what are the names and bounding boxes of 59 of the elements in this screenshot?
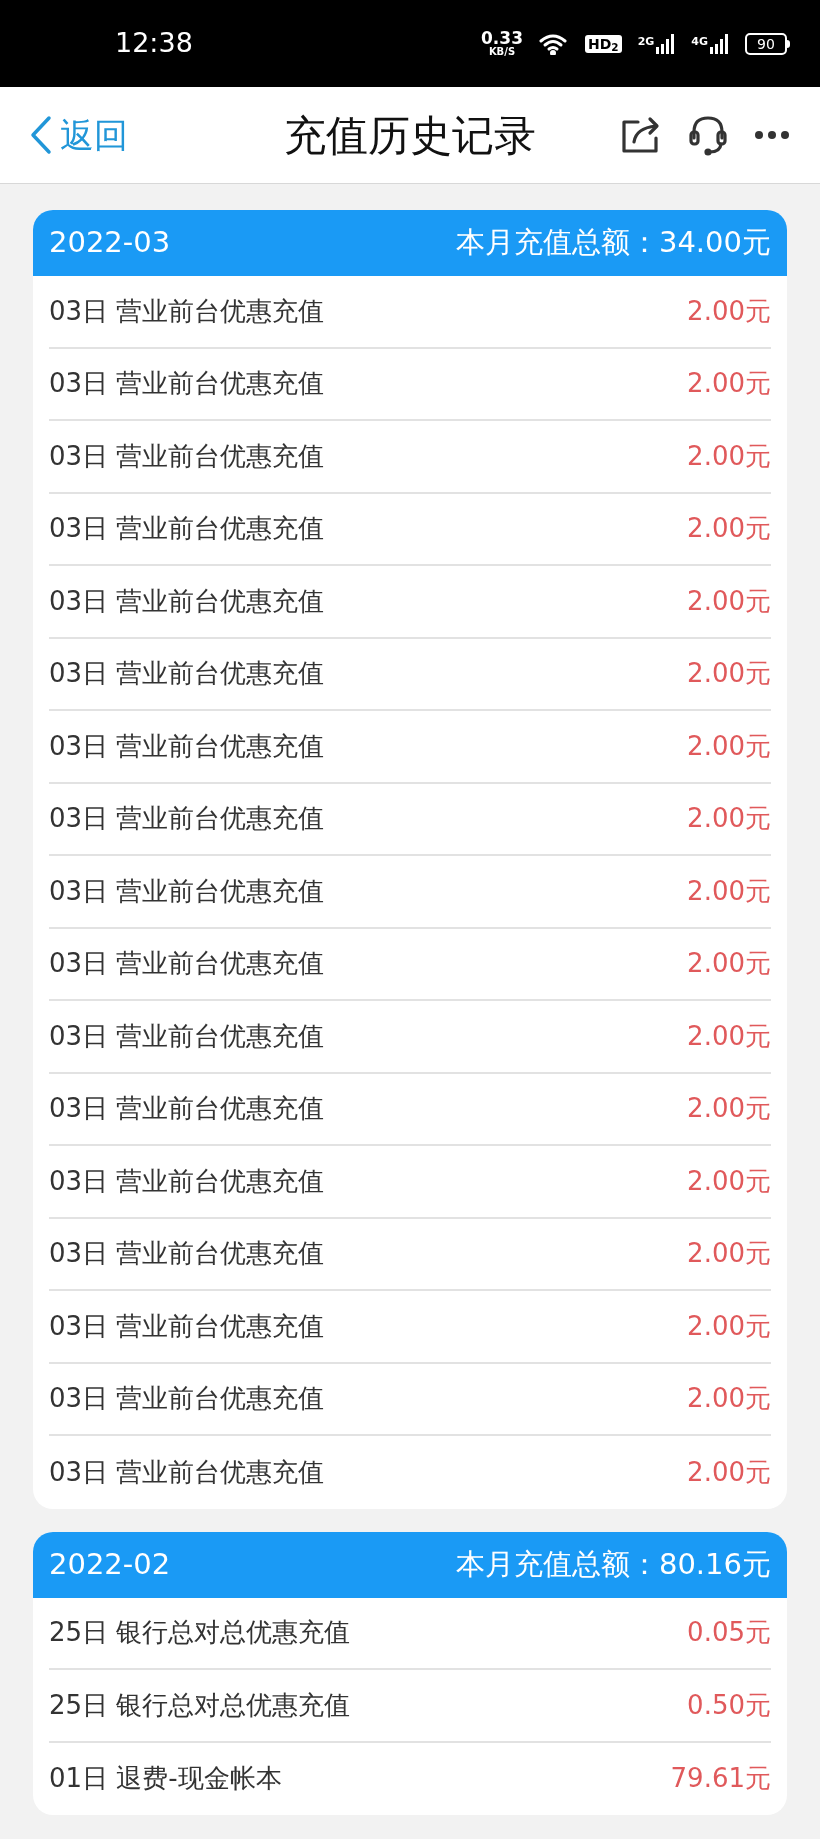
record-label: 03日 营业前台优惠充值 bbox=[49, 1019, 325, 1053]
record-amount: 2.00元 bbox=[687, 874, 771, 908]
record-label: 03日 营业前台优惠充值 bbox=[49, 947, 325, 981]
record-amount: 2.00元 bbox=[687, 1092, 771, 1126]
record-amount: 2.00元 bbox=[687, 729, 771, 763]
clock: 12:38 bbox=[115, 26, 193, 61]
record-amount: 2.00元 bbox=[687, 1309, 771, 1343]
record-label: 03日 营业前台优惠充值 bbox=[49, 439, 325, 473]
record-label: 25日 银行总对总优惠充值 bbox=[49, 1616, 351, 1650]
network-type: 2G bbox=[637, 33, 655, 50]
record-label: 03日 营业前台优惠充值 bbox=[49, 1237, 325, 1271]
record-label: 03日 营业前台优惠充值 bbox=[49, 1092, 325, 1126]
record-amount: 2.00元 bbox=[687, 1019, 771, 1053]
month-label: 2022-02 bbox=[49, 1545, 171, 1583]
record-amount: 2.00元 bbox=[687, 512, 771, 546]
signal-icon bbox=[709, 33, 729, 54]
record-amount: 2.00元 bbox=[687, 1455, 771, 1489]
wifi-icon bbox=[538, 32, 569, 55]
record-amount: 2.00元 bbox=[687, 1164, 771, 1198]
record-amount: 79.61元 bbox=[670, 1762, 771, 1796]
record-label: 03日 营业前台优惠充值 bbox=[49, 1309, 325, 1343]
record-amount: 2.00元 bbox=[687, 439, 771, 473]
record-amount: 2.00元 bbox=[687, 947, 771, 981]
record-label: 03日 营业前台优惠充值 bbox=[49, 1382, 325, 1416]
record-amount: 0.50元 bbox=[687, 1688, 771, 1722]
back-button[interactable]: 返回 bbox=[30, 109, 128, 161]
month-total: 本月充值总额：34.00元 bbox=[455, 224, 771, 262]
record-amount: 2.00元 bbox=[687, 367, 771, 401]
record-amount: 2.00元 bbox=[687, 802, 771, 836]
record-label: 03日 营业前台优惠充值 bbox=[49, 657, 325, 691]
net-speed: 0.33 bbox=[481, 30, 523, 47]
battery-icon: 90 bbox=[745, 32, 790, 55]
month-label: 2022-03 bbox=[49, 224, 171, 262]
record-amount: 2.00元 bbox=[687, 657, 771, 691]
record-label: 03日 营业前台优惠充值 bbox=[49, 367, 325, 401]
chevron-left-icon bbox=[30, 115, 52, 155]
hd-badge: HD$_{2}$ bbox=[584, 34, 622, 53]
record-amount: 2.00元 bbox=[687, 294, 771, 328]
record-amount: 2.00元 bbox=[687, 1237, 771, 1271]
signal-icon bbox=[655, 33, 676, 54]
record-label: 03日 营业前台优惠充值 bbox=[49, 294, 325, 328]
more-icon[interactable] bbox=[754, 130, 790, 140]
record-label: 03日 营业前台优惠充值 bbox=[49, 1164, 325, 1198]
record-amount: 0.05元 bbox=[687, 1616, 771, 1650]
record-label: 03日 营业前台优惠充值 bbox=[49, 1455, 325, 1489]
record-label: 03日 营业前台优惠充值 bbox=[49, 584, 325, 618]
page-title: 充值历史记录 bbox=[284, 109, 536, 162]
record-label: 25日 银行总对总优惠充值 bbox=[49, 1688, 351, 1722]
month-total: 本月充值总额：80.16元 bbox=[455, 1545, 771, 1583]
record-amount: 2.00元 bbox=[687, 584, 771, 618]
record-label: 03日 营业前台优惠充值 bbox=[49, 512, 325, 546]
net-speed-unit: KB/S bbox=[488, 47, 516, 57]
record-label: 03日 营业前台优惠充值 bbox=[49, 802, 325, 836]
headset-icon[interactable] bbox=[688, 114, 728, 156]
network-type: 4G bbox=[691, 33, 708, 50]
record-amount: 2.00元 bbox=[687, 1382, 771, 1416]
record-label: 03日 营业前台优惠充值 bbox=[49, 729, 325, 763]
record-label: 03日 营业前台优惠充值 bbox=[49, 874, 325, 908]
record-label: 01日 退费-现金帐本 bbox=[49, 1762, 282, 1796]
